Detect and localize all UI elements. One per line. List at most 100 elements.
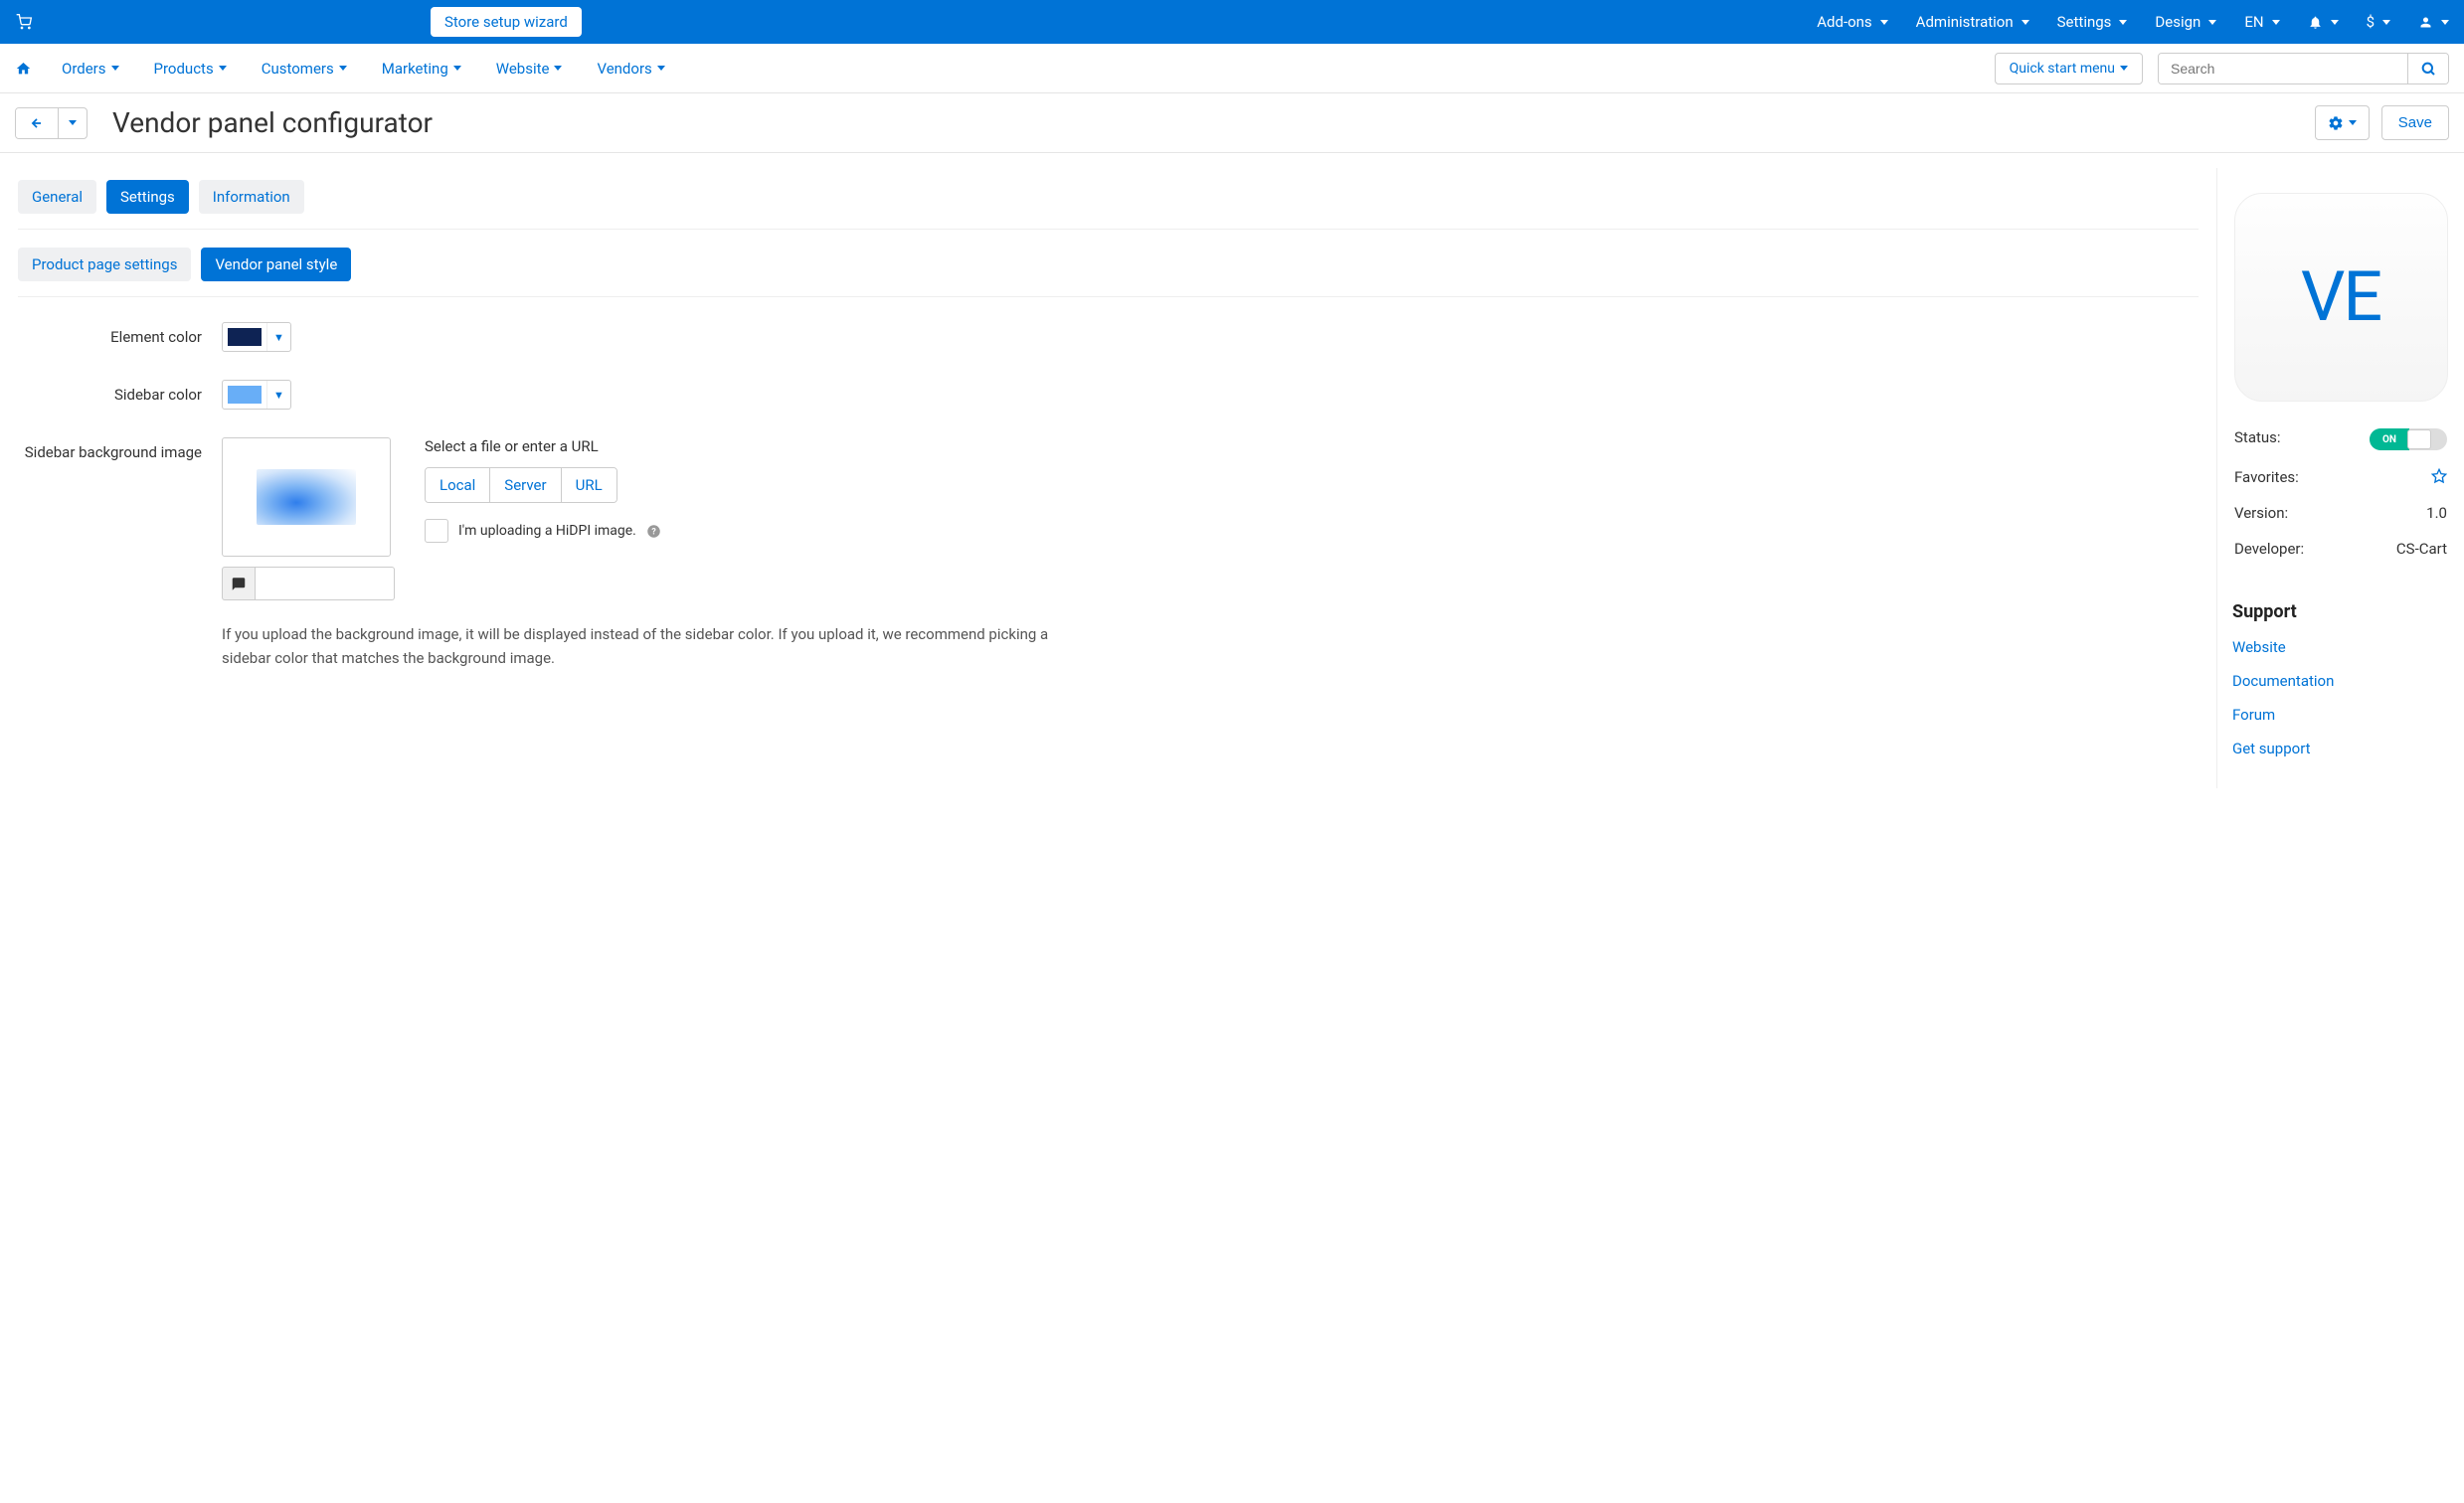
cart-icon[interactable]	[15, 14, 33, 30]
subtab-vendor-panel-style[interactable]: Vendor panel style	[201, 248, 351, 281]
developer-row: Developer: CS-Cart	[2234, 531, 2447, 567]
topbar-user[interactable]	[2418, 15, 2449, 30]
chevron-down-icon	[1880, 20, 1888, 25]
support-title: Support	[2232, 601, 2449, 622]
upload-url-button[interactable]: URL	[562, 468, 616, 502]
row-sidebar-color: Sidebar color ▼	[18, 380, 2199, 410]
back-dropdown[interactable]	[58, 108, 87, 138]
topbar-notifications[interactable]	[2308, 15, 2339, 30]
topbar-administration[interactable]: Administration	[1916, 13, 2029, 31]
bg-image-label: Sidebar background image	[18, 437, 222, 461]
chevron-down-icon	[2022, 20, 2029, 25]
topbar-language[interactable]: EN	[2244, 13, 2279, 31]
subtab-product-page[interactable]: Product page settings	[18, 248, 191, 281]
back-button[interactable]	[16, 108, 58, 138]
addon-logo-text: VE	[2301, 256, 2380, 338]
chevron-down-icon	[111, 66, 119, 71]
store-setup-wizard-button[interactable]: Store setup wizard	[431, 7, 582, 37]
developer-label: Developer:	[2234, 540, 2304, 558]
nav-website[interactable]: Website	[496, 60, 563, 78]
chevron-down-icon	[2441, 20, 2449, 25]
chevron-down-icon	[657, 66, 665, 71]
support-link-forum[interactable]: Forum	[2232, 706, 2449, 724]
settings-dropdown-button[interactable]	[2315, 105, 2370, 140]
sidebar-color-picker[interactable]: ▼	[222, 380, 291, 410]
status-toggle[interactable]: ON	[2370, 428, 2447, 450]
topbar: Store setup wizard Add-ons Administratio…	[0, 0, 2464, 44]
toggle-on-label: ON	[2370, 428, 2409, 450]
chevron-down-icon: ▼	[266, 381, 290, 409]
tab-information[interactable]: Information	[199, 180, 304, 214]
developer-value: CS-Cart	[2396, 540, 2447, 558]
svg-text:?: ?	[651, 527, 656, 537]
quick-start-menu[interactable]: Quick start menu	[1995, 53, 2143, 84]
support-link-get-support[interactable]: Get support	[2232, 740, 2449, 757]
preview-thumbnail	[257, 469, 356, 525]
upload-local-button[interactable]: Local	[426, 468, 490, 502]
sub-tabs: Product page settings Vendor panel style	[18, 248, 2199, 297]
topbar-currency[interactable]: $	[2367, 13, 2390, 31]
chevron-down-icon	[339, 66, 347, 71]
gear-icon	[2328, 115, 2344, 131]
support-link-documentation[interactable]: Documentation	[2232, 672, 2449, 690]
nav-marketing[interactable]: Marketing	[382, 60, 461, 78]
support-link-website[interactable]: Website	[2232, 638, 2449, 656]
sidebar-color-swatch	[228, 386, 262, 404]
support-section: Support Website Documentation Forum Get …	[2232, 601, 2449, 757]
side-column: VE Status: ON Favorites: Vers	[2217, 168, 2464, 788]
navbar: Orders Products Customers Marketing Webs…	[0, 44, 2464, 93]
element-color-swatch	[228, 328, 262, 346]
topbar-addons[interactable]: Add-ons	[1817, 13, 1887, 31]
chevron-down-icon	[2331, 20, 2339, 25]
tab-settings[interactable]: Settings	[106, 180, 189, 214]
nav-products[interactable]: Products	[154, 60, 227, 78]
tab-general[interactable]: General	[18, 180, 96, 214]
chevron-down-icon	[2382, 20, 2390, 25]
chevron-down-icon	[2272, 20, 2280, 25]
version-label: Version:	[2234, 504, 2288, 522]
alt-text-input[interactable]	[256, 567, 395, 600]
page-title: Vendor panel configurator	[112, 106, 433, 139]
search-button[interactable]	[2407, 54, 2448, 84]
user-icon	[2418, 15, 2433, 30]
image-preview[interactable]	[222, 437, 391, 557]
chevron-down-icon	[69, 120, 77, 125]
help-icon[interactable]: ?	[646, 524, 661, 539]
element-color-picker[interactable]: ▼	[222, 322, 291, 352]
favorite-star-icon[interactable]	[2431, 468, 2447, 486]
addon-card: VE Status: ON Favorites: Vers	[2232, 193, 2449, 567]
sidebar-color-label: Sidebar color	[18, 380, 222, 404]
chevron-down-icon	[2349, 120, 2357, 125]
upload-source-buttons: Local Server URL	[425, 467, 617, 503]
status-label: Status:	[2234, 428, 2281, 450]
upload-title: Select a file or enter a URL	[425, 437, 661, 455]
nav-customers[interactable]: Customers	[262, 60, 347, 78]
main-tabs: General Settings Information	[18, 180, 2199, 230]
status-row: Status: ON	[2234, 419, 2447, 459]
home-icon[interactable]	[15, 61, 32, 77]
alt-text-button[interactable]	[222, 567, 256, 600]
chevron-down-icon	[2208, 20, 2216, 25]
chevron-down-icon: ▼	[266, 323, 290, 351]
page-header: Vendor panel configurator Save	[0, 93, 2464, 153]
hidpi-label: I'm uploading a HiDPI image.	[458, 523, 636, 539]
nav-orders[interactable]: Orders	[62, 60, 119, 78]
search-icon	[2420, 61, 2436, 77]
toggle-knob	[2407, 429, 2431, 449]
nav-vendors[interactable]: Vendors	[597, 60, 664, 78]
topbar-settings[interactable]: Settings	[2057, 13, 2128, 31]
upload-server-button[interactable]: Server	[490, 468, 561, 502]
back-button-group	[15, 107, 88, 139]
chevron-down-icon	[453, 66, 461, 71]
search-input[interactable]	[2159, 54, 2407, 84]
row-bg-image: Sidebar background image Select a file o…	[18, 437, 2199, 600]
favorites-label: Favorites:	[2234, 468, 2299, 486]
topbar-design[interactable]: Design	[2155, 13, 2216, 31]
chevron-down-icon	[219, 66, 227, 71]
save-button[interactable]: Save	[2381, 105, 2449, 140]
main-column: General Settings Information Product pag…	[0, 168, 2217, 788]
bell-icon	[2308, 15, 2323, 30]
favorites-row: Favorites:	[2234, 459, 2447, 495]
hidpi-checkbox[interactable]	[425, 519, 448, 543]
chevron-down-icon	[2120, 66, 2128, 71]
